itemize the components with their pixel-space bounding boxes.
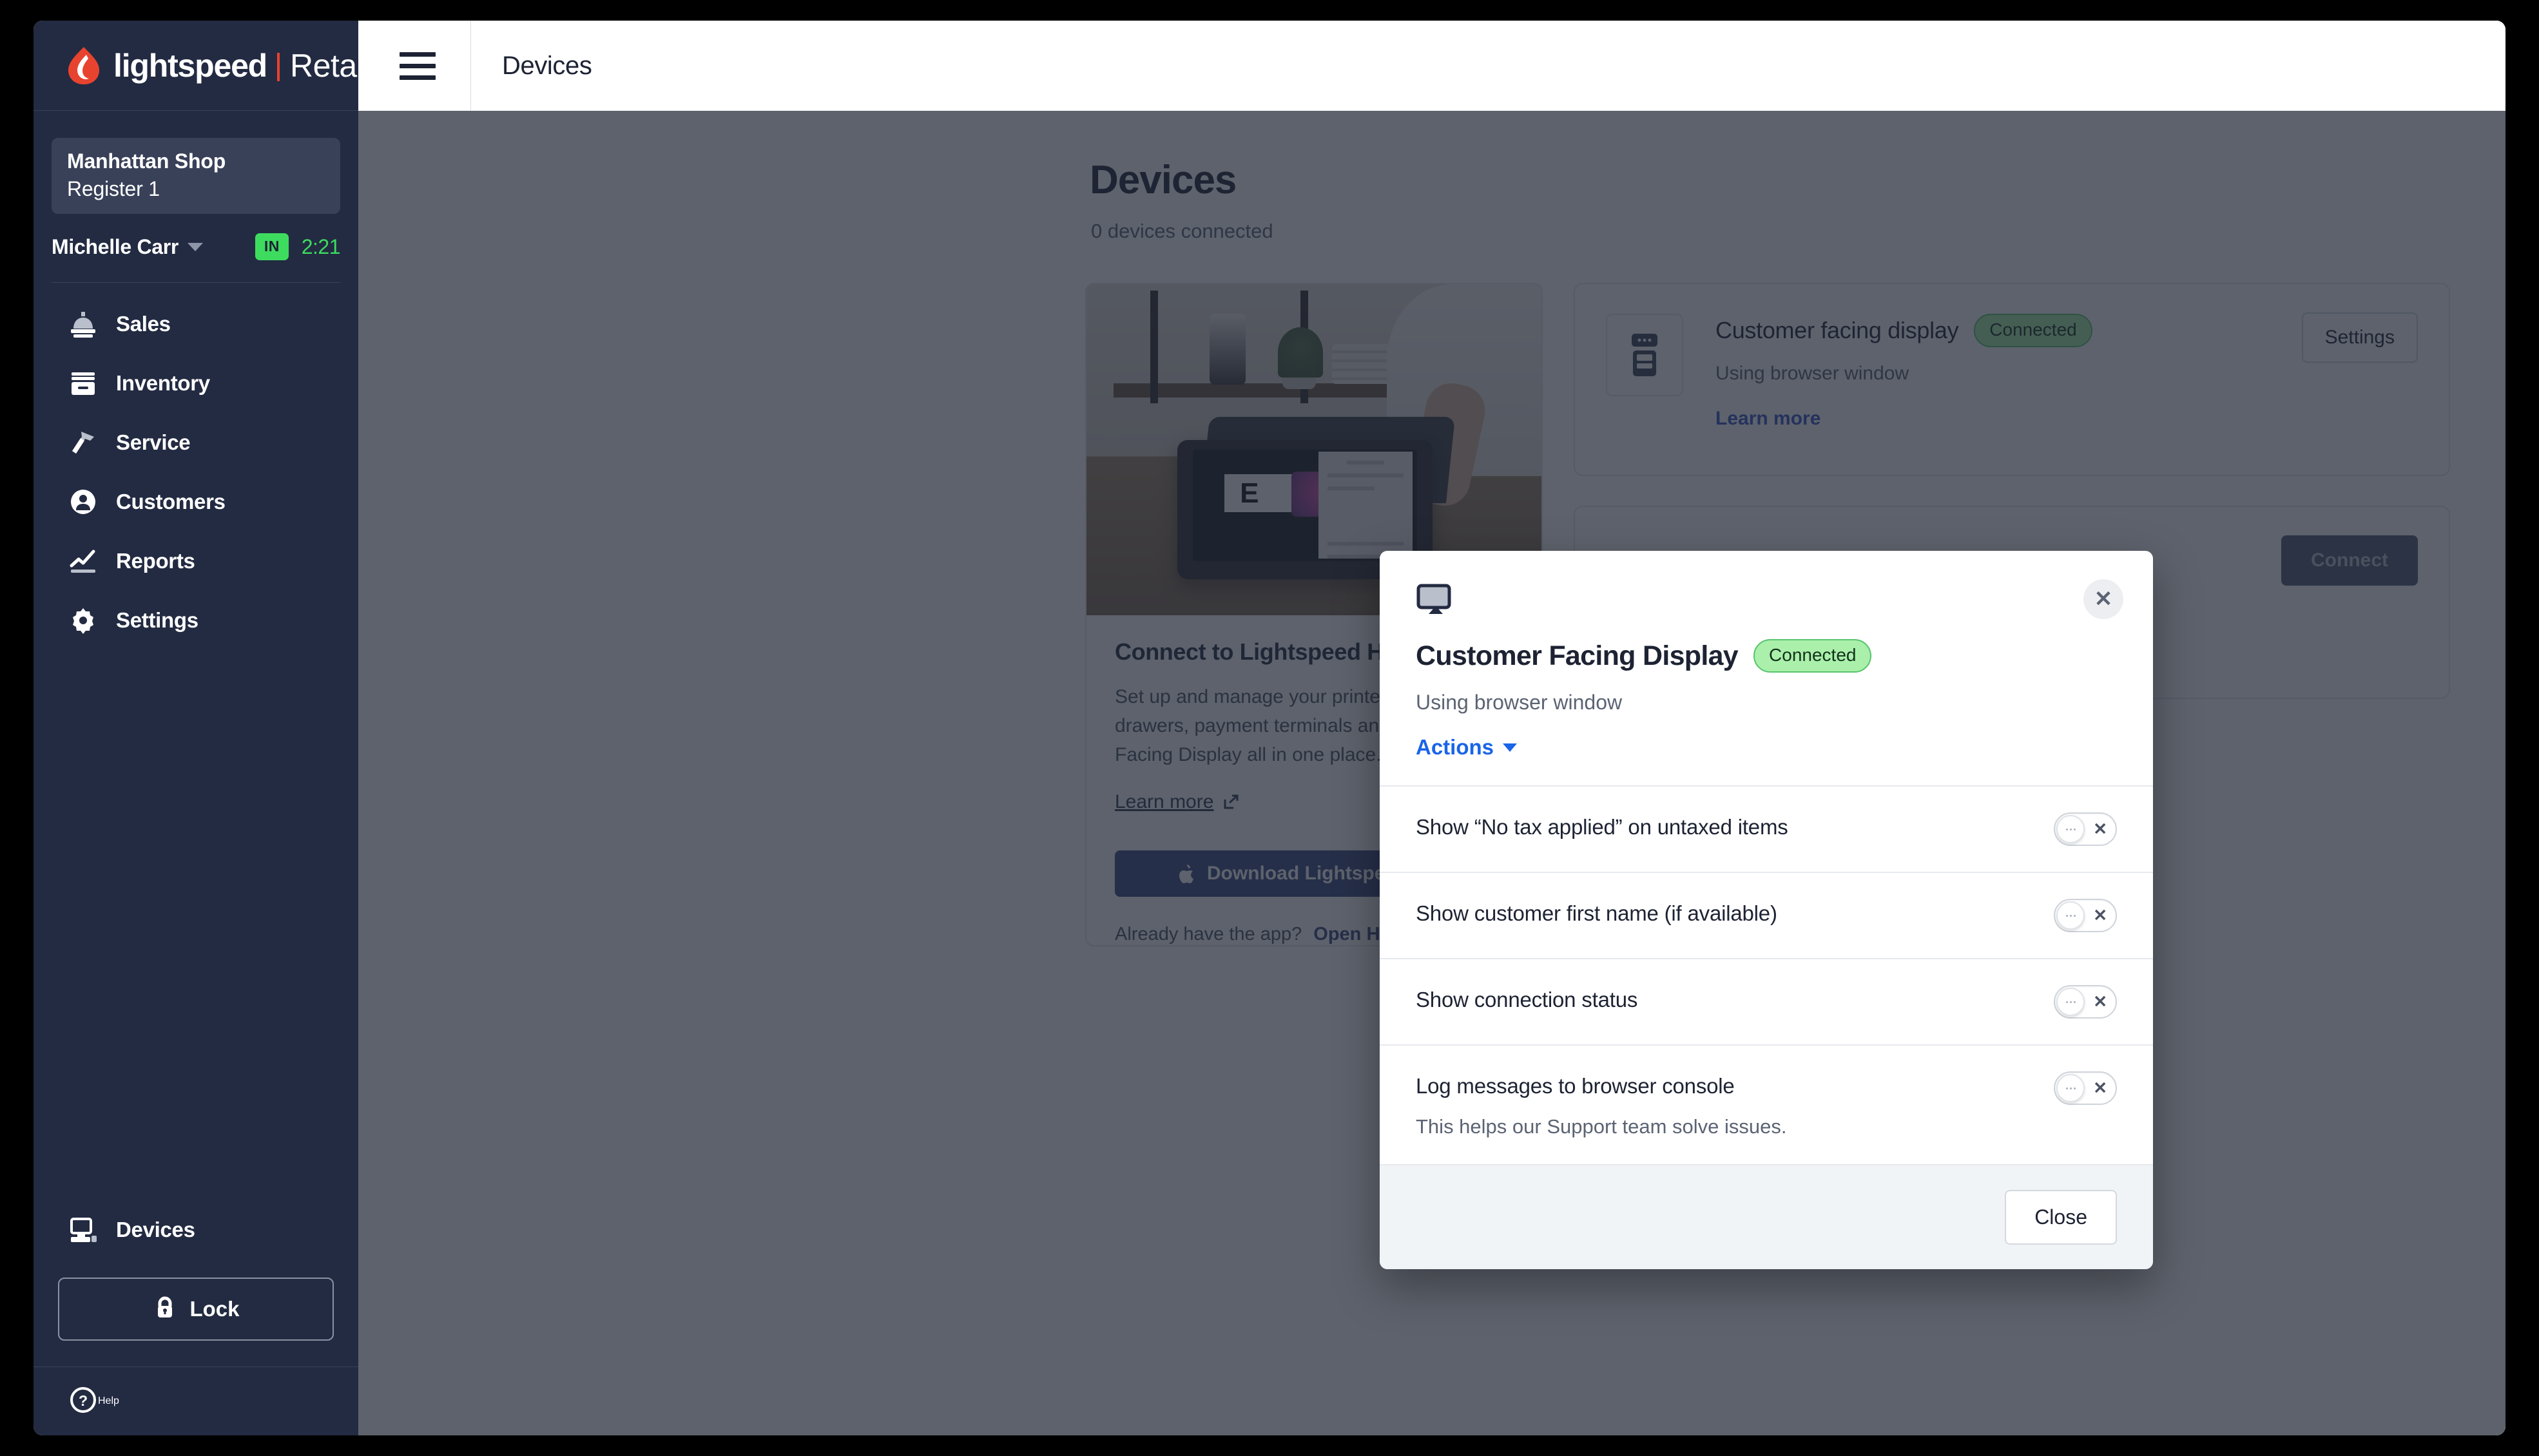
cfd-settings-modal: ✕ Customer Facing Display Connected Usin… [1380,551,2153,1269]
sidebar-item-service[interactable]: Service [34,413,358,472]
help-question-icon: ? [68,1385,98,1418]
modal-actions-dropdown[interactable]: Actions [1416,735,1518,760]
toggle-knob [2056,988,2085,1016]
lock-button[interactable]: Lock [58,1278,334,1341]
toggle-show-connection-status[interactable]: ✕ [2054,985,2117,1019]
sidebar-item-devices[interactable]: Devices [34,1200,358,1260]
toggle-knob [2056,1074,2085,1102]
brand-logo[interactable]: lightspeed Retail [34,21,371,111]
sidebar-item-label: Sales [116,312,171,336]
modal-close-button[interactable]: Close [2005,1190,2117,1245]
user-name: Michelle Carr [52,235,179,258]
sidebar-item-label: Reports [116,549,195,573]
option-text: Show “No tax applied” on untaxed items [1416,812,2054,839]
topbar: Devices [358,21,2505,111]
sidebar-divider: ? Help [34,1366,358,1435]
chevron-down-icon [188,242,204,251]
modal-status-badge: Connected [1753,639,1872,673]
sidebar: lightspeed Retail Manhattan Shop Registe… [34,21,371,1435]
option-text: Show customer first name (if available) [1416,899,2054,926]
lock-button-label: Lock [189,1297,240,1321]
sidebar-item-inventory[interactable]: Inventory [34,354,358,413]
option-row-connection-status: Show connection status ✕ [1380,958,2153,1044]
toggle-off-icon: ✕ [2093,991,2107,1011]
monitor-icon [1416,584,1451,614]
inventory-box-icon [68,369,98,398]
sidebar-item-label: Inventory [116,371,210,395]
brand-product: Retail [290,47,371,84]
content-area: Devices 0 devices connected [358,111,2505,1435]
sidebar-item-label: Customers [116,490,226,513]
hamburger-icon[interactable] [383,52,452,80]
option-row-log-messages: Log messages to browser console This hel… [1380,1044,2153,1164]
option-label: Show connection status [1416,988,1638,1011]
toggle-off-icon: ✕ [2093,1078,2107,1098]
modal-title: Customer Facing Display [1416,640,1739,671]
topbar-divider [470,21,471,111]
sidebar-item-label: Devices [116,1218,195,1241]
status-badge: IN [255,233,289,260]
line-chart-icon [68,546,98,576]
sidebar-item-label: Service [116,430,191,454]
chevron-down-icon [1503,743,1518,752]
sidebar-item-help[interactable]: ? Help [34,1367,358,1435]
shop-selector[interactable]: Manhattan Shop Register 1 [52,138,340,214]
modal-subtitle: Using browser window [1416,691,1623,714]
register-bell-icon [68,309,98,339]
option-label: Show customer first name (if available) [1416,901,1777,925]
svg-text:?: ? [79,1392,88,1409]
toggle-off-icon: ✕ [2093,905,2107,925]
sidebar-item-sales[interactable]: Sales [34,294,358,354]
modal-actions-label: Actions [1416,735,1494,759]
option-label: Log messages to browser console [1416,1074,1735,1098]
lock-icon [152,1295,178,1324]
app-window: lightspeed Retail Manhattan Shop Registe… [34,21,2505,1435]
toggle-show-first-name[interactable]: ✕ [2054,899,2117,932]
gear-icon [68,606,98,635]
sidebar-item-label: Help [98,1395,119,1406]
brand-name: lightspeed [113,47,267,84]
sidebar-item-customers[interactable]: Customers [34,472,358,532]
option-text: Log messages to browser console This hel… [1416,1071,2054,1138]
toggle-show-no-tax[interactable]: ✕ [2054,812,2117,846]
brand-divider [277,52,280,81]
close-icon[interactable]: ✕ [2083,579,2123,619]
register-name: Register 1 [67,177,160,200]
option-row-no-tax: Show “No tax applied” on untaxed items ✕ [1380,785,2153,872]
option-text: Show connection status [1416,985,2054,1012]
shop-name: Manhattan Shop [67,149,226,173]
devices-monitor-icon [68,1215,98,1245]
person-circle-icon [68,487,98,517]
main-area: Devices Devices 0 devices connected [358,21,2505,1435]
hammer-icon [68,428,98,457]
sidebar-item-settings[interactable]: Settings [34,591,358,650]
modal-footer: Close [1380,1164,2153,1269]
sidebar-item-reports[interactable]: Reports [34,532,358,591]
modal-header: ✕ Customer Facing Display Connected Usin… [1380,551,2153,785]
option-row-first-name: Show customer first name (if available) … [1380,872,2153,958]
clock-in-timer: 2:21 [301,235,341,258]
toggle-log-messages[interactable]: ✕ [2054,1071,2117,1105]
option-label: Show “No tax applied” on untaxed items [1416,815,1788,839]
sidebar-nav: Sales Inventory Service Customers Report… [34,294,358,650]
toggle-knob [2056,815,2085,843]
option-help-text: This helps our Support team solve issues… [1416,1115,1787,1138]
sidebar-bottom: Devices Lock ? Help [34,1200,358,1435]
page-title-topbar: Devices [502,51,592,80]
modal-title-row: Customer Facing Display Connected [1416,639,2117,673]
lightspeed-flame-icon [68,46,99,84]
toggle-off-icon: ✕ [2093,819,2107,839]
toggle-knob [2056,901,2085,930]
sidebar-item-label: Settings [116,608,198,632]
user-row[interactable]: Michelle Carr IN 2:21 [52,233,341,283]
